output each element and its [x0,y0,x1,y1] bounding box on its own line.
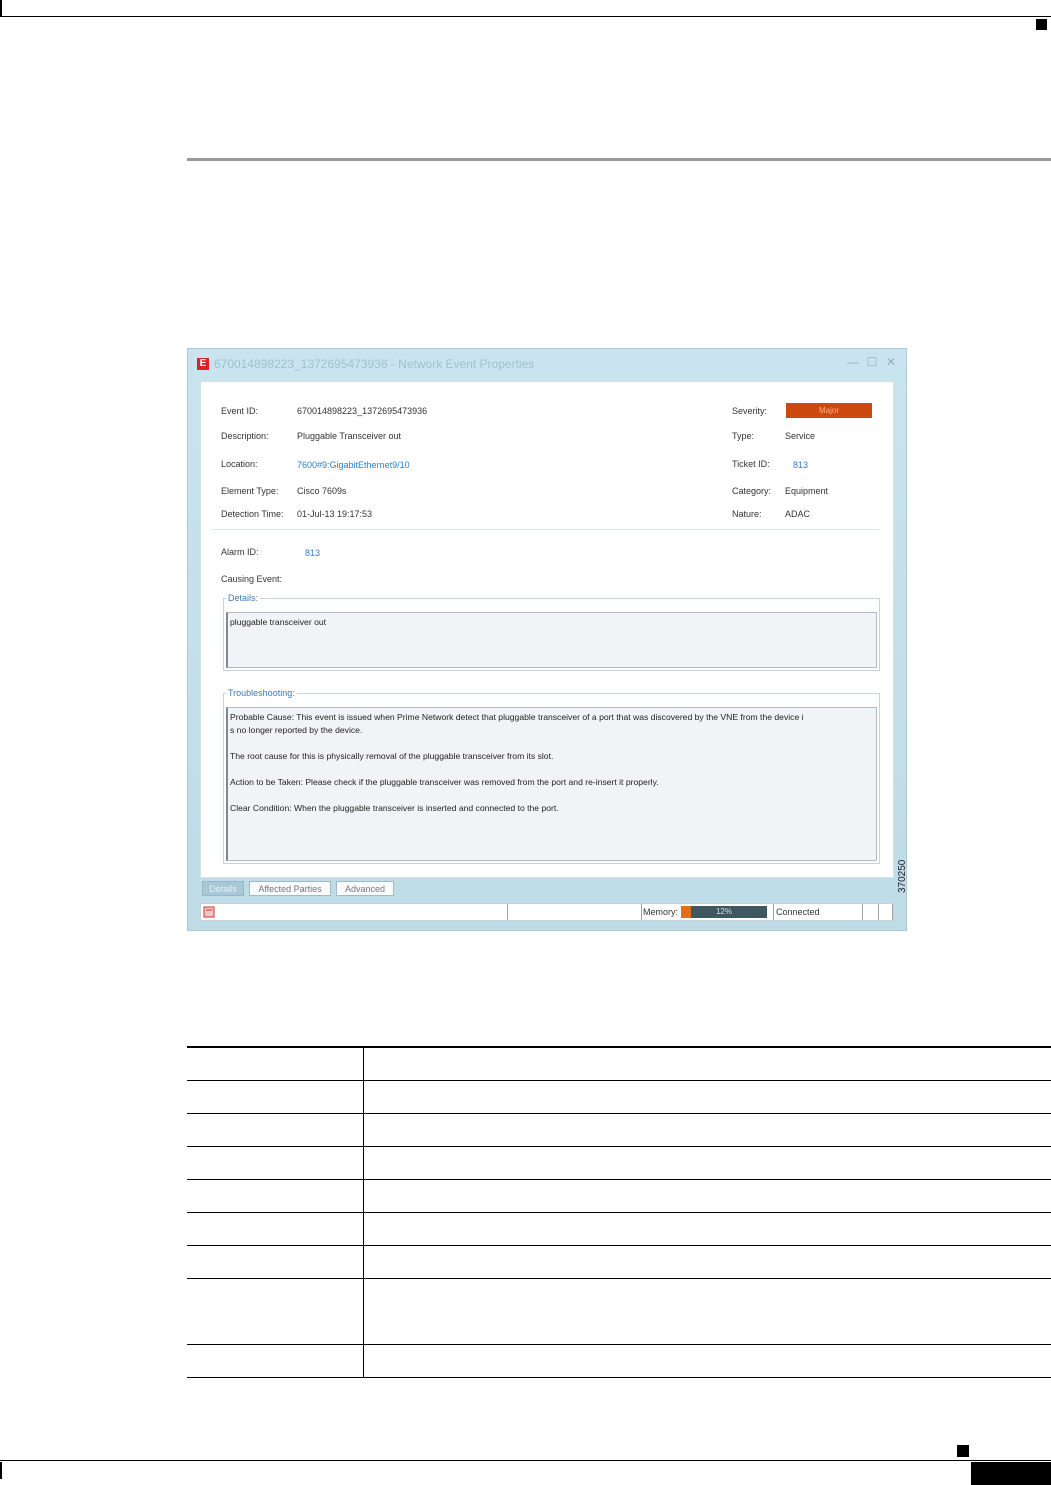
page-corner-mark [0,0,2,17]
type-label: Type: [732,431,755,441]
table-row-rule [187,1179,1051,1180]
header-marker [1036,19,1047,30]
troubleshooting-legend: Troubleshooting: [228,688,295,698]
table-row-rule [187,1113,1051,1114]
alarm-id-label: Alarm ID: [221,547,259,557]
nature-value: ADAC [785,509,811,519]
detection-time-value: 01-Jul-13 19:17:53 [297,509,373,519]
category-label: Category: [732,486,772,496]
event-icon [203,906,215,918]
troubleshooting-textarea[interactable]: Probable Cause: This event is issued whe… [226,707,877,861]
probable-cause-line-2: s no longer reported by the device. [230,725,363,735]
table-bottom-rule [187,1377,1051,1378]
severity-label: Severity: [732,406,768,416]
maximize-icon[interactable]: ☐ [865,355,879,369]
description-label: Description: [221,431,269,441]
details-textarea[interactable]: pluggable transceiver out [226,612,877,668]
nature-label: Nature: [732,509,762,519]
status-extra-cell-2 [878,904,893,920]
type-value: Service [785,431,816,441]
table-row-rule [187,1245,1051,1246]
minimize-icon[interactable]: — [846,355,860,369]
memory-cell: Memory: 12% [641,904,774,920]
ticket-id-link[interactable]: 813 [793,460,808,470]
table-row-rule [187,1212,1051,1213]
footer-corner-mark [0,1462,2,1479]
causing-event-label: Causing Event: [221,574,283,584]
connection-status: Connected [776,907,820,917]
details-legend: Details: [228,593,259,603]
severity-badge: Major [786,403,872,418]
location-link[interactable]: 7600#9:GigabitEthernet9/10 [297,460,410,470]
detection-time-label: Detection Time: [221,509,284,519]
status-extra-cell-1 [862,904,879,920]
tab-advanced[interactable]: Advanced [336,881,394,896]
page-number-block [971,1462,1051,1485]
footer-marker [957,1445,969,1457]
properties-panel: Event ID: 670014898223_1372695473936 Des… [200,381,894,878]
event-id-value: 670014898223_1372695473936 [297,406,428,416]
clear-condition-text: Clear Condition: When the pluggable tran… [230,803,559,813]
connection-cell: Connected [773,904,863,920]
description-value: Pluggable Transceiver out [297,431,402,441]
category-value: Equipment [785,486,829,496]
table-top-rule [187,1046,1051,1048]
header-rule [0,16,1051,17]
window-title: 670014898223_1372695473936 - Network Eve… [214,357,535,371]
tab-details[interactable]: Details [202,881,244,896]
table-column-divider [363,1047,364,1377]
figure-number: 370250 [897,859,908,893]
probable-cause-line-1: Probable Cause: This event is issued whe… [230,712,804,722]
app-icon: E [197,358,209,370]
root-cause-text: The root cause for this is physically re… [230,751,554,761]
status-bar: Memory: 12% Connected [200,903,894,921]
table-row-rule [187,1080,1051,1081]
event-id-label: Event ID: [221,406,259,416]
table-row-rule [187,1146,1051,1147]
location-label: Location: [221,459,258,469]
tab-affected-parties[interactable]: Affected Parties [249,881,331,896]
details-text: pluggable transceiver out [230,617,327,627]
element-type-label: Element Type: [221,486,279,496]
memory-label: Memory: [643,907,679,917]
event-properties-window: E 670014898223_1372695473936 - Network E… [187,348,907,931]
element-type-value: Cisco 7609s [297,486,347,496]
title-bar[interactable]: E 670014898223_1372695473936 - Network E… [188,349,906,377]
table-row-rule [187,1344,1051,1345]
alarm-id-link[interactable]: 813 [305,548,320,558]
section-divider [187,158,1051,161]
table-row-rule [187,1278,1051,1279]
memory-percent: 12% [715,907,732,916]
close-icon[interactable]: ✕ [884,355,898,369]
footer-rule [0,1460,1051,1461]
memory-bar: 12% [681,906,767,918]
status-blank-cell [507,904,642,920]
ticket-id-label: Ticket ID: [732,459,770,469]
action-text: Action to be Taken: Please check if the … [230,777,659,787]
fields-divider [211,529,879,530]
status-message-cell [201,904,508,920]
